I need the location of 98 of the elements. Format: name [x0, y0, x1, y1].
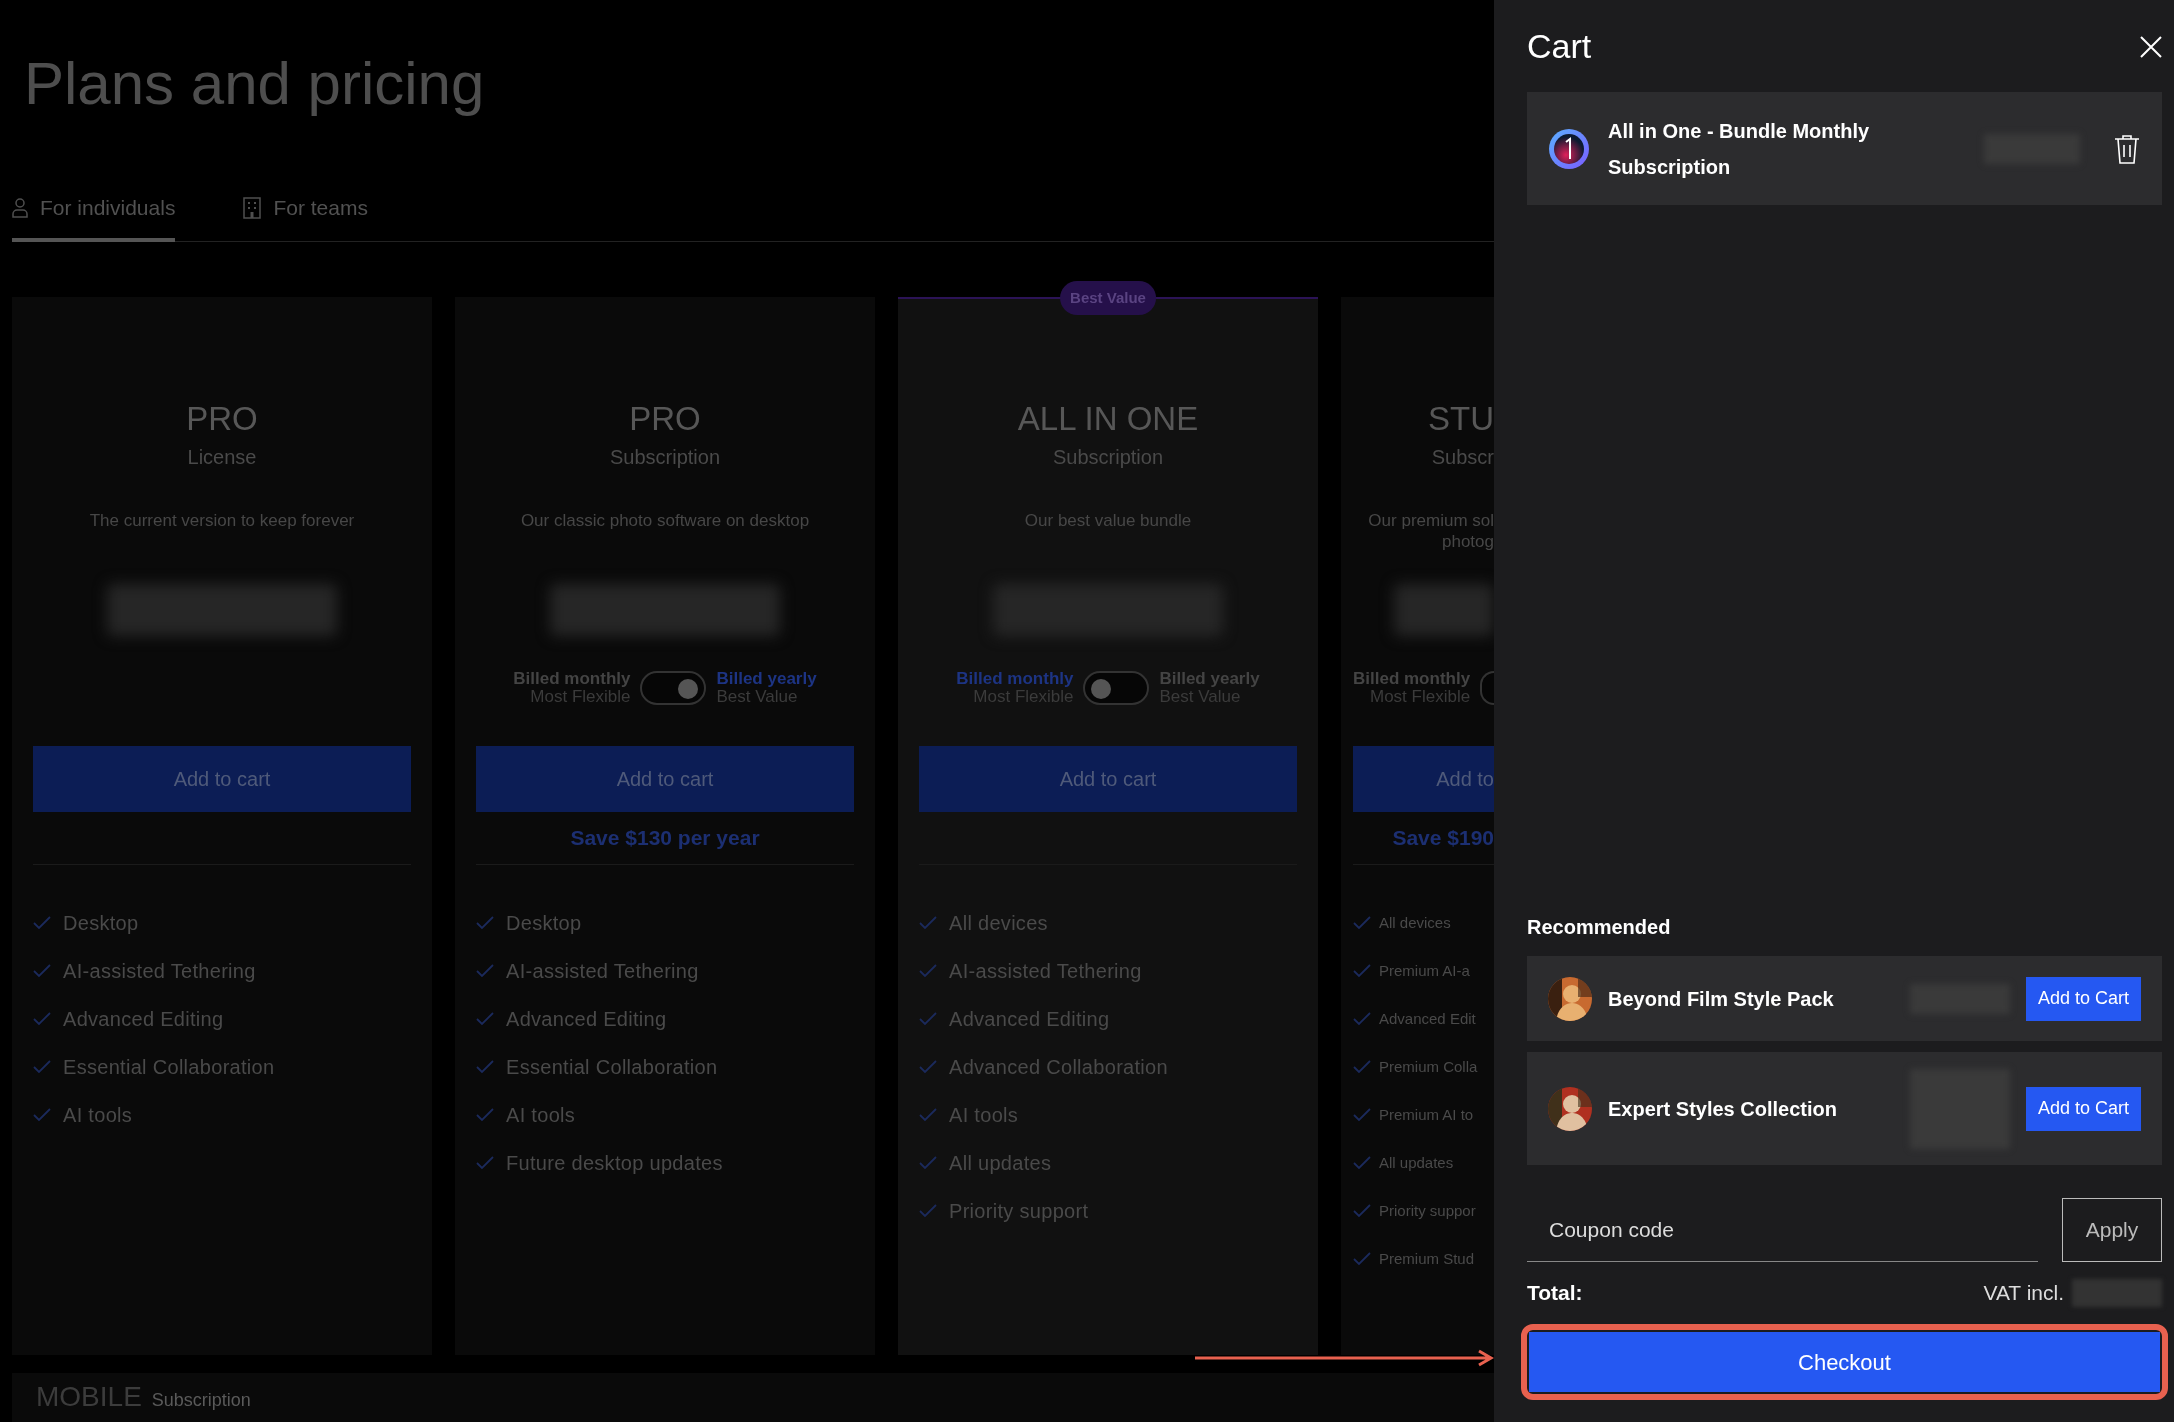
- check-icon: [1353, 916, 1371, 931]
- check-icon: [1353, 1108, 1371, 1123]
- check-icon: [919, 1204, 937, 1219]
- check-icon: [1353, 1012, 1371, 1027]
- vat-note: VAT incl.: [1983, 1280, 2064, 1307]
- section-heading: Recommended: [1527, 915, 1672, 940]
- savings-note: Save $190: [1392, 826, 1494, 850]
- check-icon: [919, 1060, 937, 1075]
- feature-text: All updates: [1379, 1152, 1454, 1173]
- check-icon: [476, 1060, 494, 1075]
- feature-text: Premium Colla: [1379, 1056, 1478, 1077]
- add-to-cart-button[interactable]: Add to Cart: [2025, 1086, 2141, 1131]
- billing-label: Billed monthly: [513, 670, 631, 689]
- check-icon: [33, 964, 51, 979]
- feature-text: AI tools: [949, 1103, 1019, 1129]
- billing-label: Billed yearly: [716, 670, 817, 689]
- check-icon: [1353, 1204, 1371, 1219]
- add-to-cart-button[interactable]: Add to cart: [476, 746, 854, 813]
- billing-toggle[interactable]: [1083, 671, 1150, 706]
- feature-text: Future desktop updates: [506, 1151, 723, 1177]
- plan-title: PRO: [628, 398, 702, 439]
- feature-text: Advanced Collaboration: [949, 1055, 1168, 1081]
- feature-text: Premium AI-a: [1379, 960, 1470, 981]
- feature-text: Essential Collaboration: [506, 1055, 718, 1081]
- building-icon: [243, 196, 262, 219]
- check-icon: [33, 1012, 51, 1027]
- check-icon: [476, 964, 494, 979]
- tab[interactable]: For teams: [243, 192, 368, 242]
- check-icon: [1353, 964, 1371, 979]
- plan-subtitle: Subscription: [608, 445, 722, 471]
- plan-subtitle: License: [186, 445, 258, 471]
- check-icon: [919, 964, 937, 979]
- check-icon: [919, 1108, 937, 1123]
- coupon-field[interactable]: Coupon code: [1527, 1198, 2038, 1262]
- feature-text: All devices: [949, 911, 1048, 937]
- cart-title: Cart: [1527, 25, 1592, 67]
- plan-description: The current version to keep forever: [88, 510, 356, 533]
- feature-text: AI-assisted Tethering: [949, 959, 1142, 985]
- logo-icon: [1548, 127, 1590, 170]
- check-icon: [476, 916, 494, 931]
- feature-text: Premium Stud: [1379, 1248, 1475, 1269]
- page-title: Plans and pricing: [24, 49, 486, 119]
- add-to-cart-button[interactable]: Add to cart: [919, 746, 1297, 813]
- check-icon: [919, 1012, 937, 1027]
- check-icon: [1353, 1156, 1371, 1171]
- savings-note: Save $130 per year: [570, 826, 760, 850]
- best-value-badge: Best Value: [1060, 280, 1156, 315]
- apply-button[interactable]: Apply: [2062, 1198, 2162, 1262]
- plan-subtitle: Subscr: [1430, 445, 1494, 471]
- feature-text: Advanced Editing: [63, 1007, 224, 1033]
- feature-text: All updates: [949, 1151, 1052, 1177]
- checkout-button[interactable]: Checkout: [1529, 1332, 2160, 1392]
- billing-toggle[interactable]: [1480, 671, 1494, 706]
- feature-text: Advanced Editing: [506, 1007, 667, 1033]
- feature-text: Essential Collaboration: [63, 1055, 275, 1081]
- plan-title: ALL IN ONE: [1016, 398, 1200, 439]
- feature-text: Premium AI to: [1379, 1104, 1474, 1125]
- add-to-cart-button[interactable]: Add to Cart: [2025, 976, 2141, 1021]
- feature-text: Advanced Editing: [949, 1007, 1110, 1033]
- plan-description: Our premium sol photog: [1367, 510, 1494, 554]
- plan-subtitle: Subscription: [151, 1390, 251, 1409]
- item-name: Expert Styles Collection: [1608, 1096, 1837, 1122]
- check-icon: [476, 1012, 494, 1027]
- add-to-cart-button[interactable]: Add to: [1353, 746, 1494, 813]
- check-icon: [476, 1156, 494, 1171]
- tab[interactable]: For individuals: [12, 192, 176, 242]
- billing-label: Billed monthly: [956, 670, 1074, 689]
- plan-subtitle: Subscription: [1051, 445, 1165, 471]
- item-name: Beyond Film Style Pack: [1608, 986, 1834, 1012]
- billing-label: Billed monthly: [1353, 670, 1471, 689]
- delete-button[interactable]: [2114, 133, 2140, 164]
- check-icon: [1353, 1252, 1371, 1267]
- feature-text: Desktop: [506, 911, 582, 937]
- check-icon: [33, 916, 51, 931]
- feature-text: Desktop: [63, 911, 139, 937]
- check-icon: [919, 1156, 937, 1171]
- feature-text: AI tools: [506, 1103, 576, 1129]
- check-icon: [33, 1060, 51, 1075]
- feature-text: All devices: [1379, 912, 1451, 933]
- feature-text: AI-assisted Tethering: [63, 959, 256, 985]
- person-icon: [12, 197, 28, 218]
- check-icon: [476, 1108, 494, 1123]
- close-button[interactable]: [2140, 34, 2162, 58]
- feature-text: Priority support: [949, 1199, 1089, 1225]
- feature-text: Advanced Edit: [1379, 1008, 1476, 1029]
- feature-text: Priority suppor: [1379, 1200, 1476, 1221]
- billing-toggle[interactable]: [640, 671, 707, 706]
- check-icon: [1353, 1060, 1371, 1075]
- item-name: All in One - Bundle Monthly Subscription: [1608, 118, 1871, 180]
- check-icon: [919, 916, 937, 931]
- plan-description: Our classic photo software on desktop: [519, 510, 811, 533]
- plan-title: PRO: [185, 398, 259, 439]
- add-to-cart-button[interactable]: Add to cart: [33, 746, 411, 813]
- total-label: Total:: [1527, 1280, 1583, 1307]
- feature-text: AI tools: [63, 1103, 133, 1129]
- check-icon: [33, 1108, 51, 1123]
- feature-text: AI-assisted Tethering: [506, 959, 699, 985]
- plan-title: STU: [1427, 398, 1494, 439]
